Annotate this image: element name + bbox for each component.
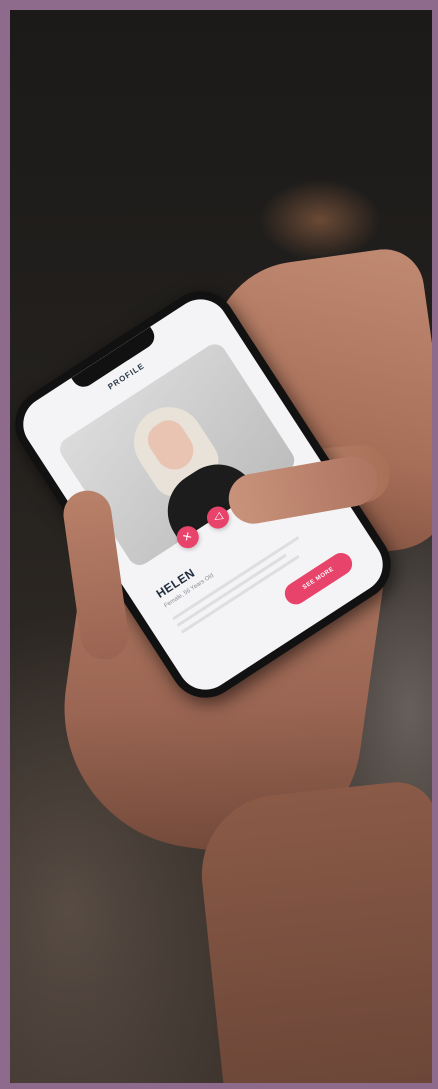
- hand-holding-phone-photo: PROFILE ✕ ◁ ♡ HELEN Female, 56 Years Old: [10, 10, 432, 1083]
- image-frame: PROFILE ✕ ◁ ♡ HELEN Female, 56 Years Old: [0, 0, 438, 1089]
- forearm: [193, 778, 432, 1083]
- text-placeholder-line: [180, 554, 300, 634]
